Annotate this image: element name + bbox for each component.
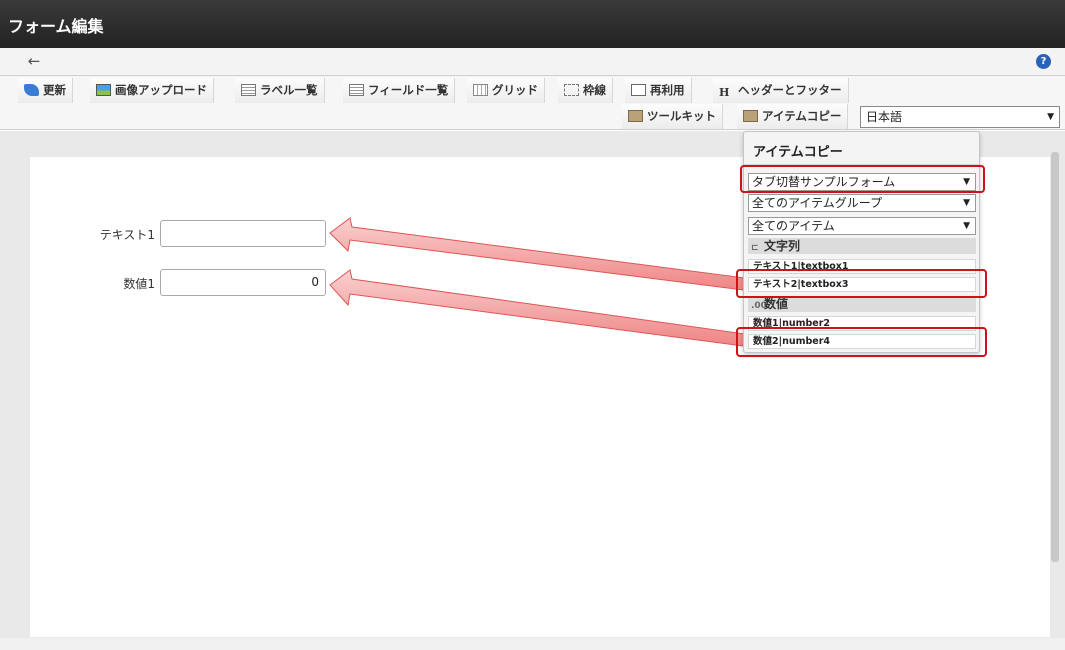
- highlight-number2-item: [736, 327, 987, 357]
- arrow-to-text-field: [329, 217, 746, 291]
- panel-title: アイテムコピー: [753, 145, 843, 160]
- text-icon: ⊏: [751, 243, 759, 253]
- chevron-down-icon: ▼: [963, 198, 970, 208]
- group-header-number: .00数値: [748, 296, 976, 312]
- chevron-down-icon: ▼: [963, 221, 970, 231]
- item-select[interactable]: 全てのアイテム ▼: [748, 217, 976, 235]
- highlight-text2-item: [736, 269, 987, 298]
- item-select-value: 全てのアイテム: [752, 219, 835, 233]
- highlight-form-select: [740, 165, 985, 193]
- group-select-value: 全てのアイテムグループ: [752, 196, 883, 210]
- number-icon: .00: [751, 301, 767, 311]
- group-name: 数値: [764, 297, 789, 311]
- group-name: 文字列: [764, 239, 801, 253]
- group-select[interactable]: 全てのアイテムグループ ▼: [748, 194, 976, 212]
- group-header-string: ⊏ 文字列: [748, 238, 976, 254]
